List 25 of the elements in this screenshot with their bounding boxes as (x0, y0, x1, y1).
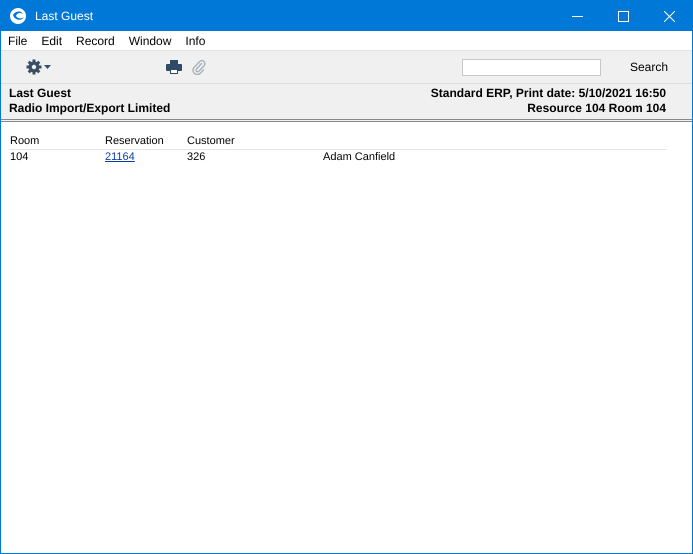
print-info: Standard ERP, Print date: 5/10/2021 16:50 (430, 86, 666, 101)
menu-item[interactable]: Window (128, 34, 172, 48)
menu-item[interactable]: File (8, 34, 28, 48)
report-title: Last Guest (9, 86, 72, 101)
column-header: Customer (186, 134, 236, 149)
table-cell-text: 104 (9, 150, 30, 165)
window-title: Last Guest (35, 9, 94, 23)
search-button[interactable]: Search (630, 60, 668, 74)
column-header: Room (9, 134, 40, 149)
selection-info: Resource 104 Room 104 (527, 101, 666, 116)
paperclip-icon[interactable] (192, 59, 206, 75)
column-header: Reservation (104, 134, 165, 149)
table-cell-text: 326 (186, 150, 206, 165)
menu-item[interactable]: Edit (41, 34, 62, 48)
maximize-icon[interactable] (618, 10, 628, 22)
gear-menu-icon[interactable] (26, 59, 54, 75)
table-cell-text: Adam Canfield (322, 150, 396, 165)
close-icon[interactable] (664, 10, 674, 22)
menu-item[interactable]: Info (185, 34, 206, 48)
app-logo-icon (9, 7, 27, 25)
search-field[interactable] (462, 58, 601, 76)
company-name: Radio Import/Export Limited (9, 101, 170, 116)
print-icon[interactable] (166, 60, 182, 74)
menu-item[interactable]: Record (76, 34, 115, 48)
reservation-link[interactable]: 21164 (105, 151, 135, 163)
